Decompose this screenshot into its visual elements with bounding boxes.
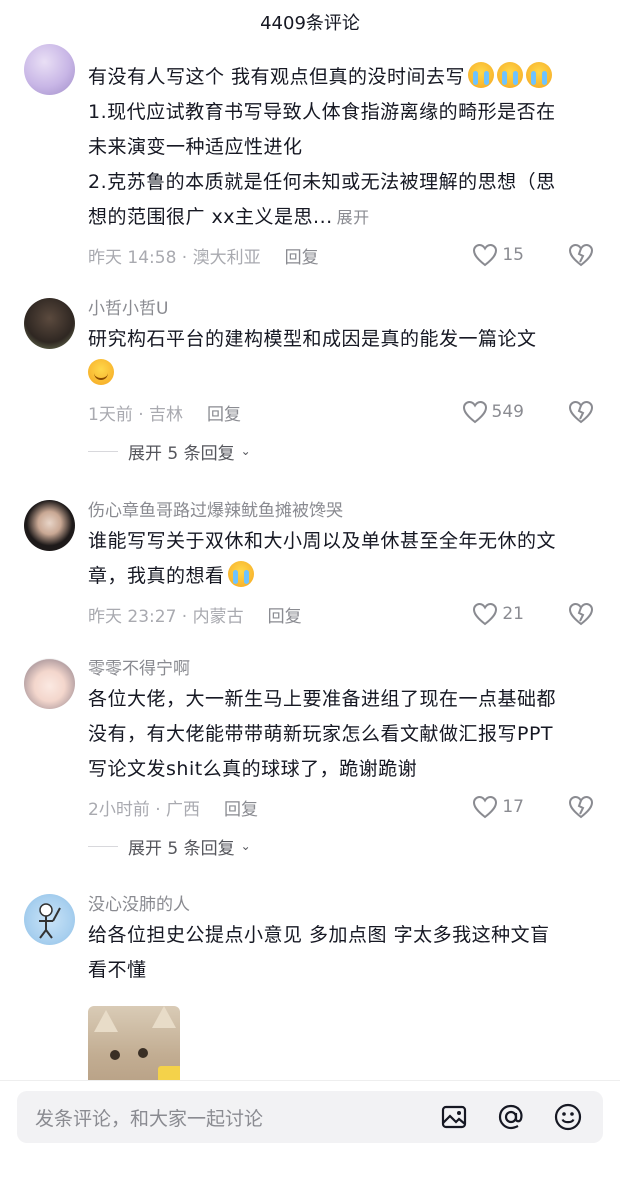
skeleton-avatar-icon (39, 903, 61, 939)
emoji-button[interactable] (551, 1100, 585, 1134)
image-button[interactable] (437, 1100, 471, 1134)
comment-input[interactable]: 发条评论，和大家一起讨论 (17, 1091, 603, 1143)
crying-emoji-icon (468, 62, 495, 88)
like-button[interactable]: 17 (472, 787, 524, 827)
heart-icon (473, 602, 498, 626)
dislike-heart-icon (568, 602, 594, 626)
dislike-button[interactable] (568, 400, 594, 429)
comment-text: 有没有人写这个 我有观点但真的没时间去写 1.现代应试教育书写导致人体食指游离缘… (88, 60, 594, 235)
comment-image[interactable] (88, 1006, 180, 1080)
dislike-button[interactable] (568, 602, 594, 631)
reply-button[interactable]: 回复 (268, 602, 302, 627)
cat-eye (110, 1050, 120, 1060)
heart-icon (462, 400, 487, 424)
comment-input-bar: 发条评论，和大家一起讨论 (0, 1080, 620, 1199)
divider (88, 845, 118, 847)
comment-text: 研究构石平台的建构模型和成因是真的能发一篇论文 (88, 322, 594, 392)
comment-text: 各位大佬，大一新生马上要准备进组了现在一点基础都 没有，有大佬能带带萌新玩家怎么… (88, 688, 557, 780)
heart-icon (473, 795, 498, 819)
like-count: 17 (502, 797, 524, 817)
comment-input-placeholder[interactable]: 发条评论，和大家一起讨论 (35, 1104, 437, 1131)
divider (88, 450, 118, 452)
comment-time-location: 昨天 14:58 · 澳大利亚 (88, 247, 261, 268)
comment-time-location: 昨天 23:27 · 内蒙古 (88, 606, 244, 627)
dislike-heart-icon (568, 400, 594, 424)
like-button[interactable]: 21 (472, 594, 524, 634)
comment-text: 谁能写写关于双休和大小周以及单休甚至全年无休的文 章，我真的想看 (88, 530, 557, 587)
username[interactable]: 零零不得宁啊 (88, 656, 594, 682)
like-count: 549 (491, 402, 524, 422)
reply-button[interactable]: 回复 (224, 795, 258, 820)
avatar[interactable] (24, 894, 75, 945)
comment-meta: 昨天 23:27 · 内蒙古 回复 21 (88, 594, 594, 634)
dislike-heart-icon (568, 243, 594, 267)
cat-ear (94, 1010, 118, 1032)
comment-time-location: 1天前 · 吉林 (88, 404, 184, 425)
comment-item: 小哲小哲U 研究构石平台的建构模型和成因是真的能发一篇论文 1天前 · 吉林 回… (0, 296, 620, 470)
dislike-button[interactable] (568, 795, 594, 824)
comment-list[interactable]: 有没有人写这个 我有观点但真的没时间去写 1.现代应试教育书写导致人体食指游离缘… (0, 40, 620, 1080)
like-button[interactable]: 549 (462, 392, 524, 432)
expand-text-link[interactable]: 展开 (337, 208, 370, 227)
avatar[interactable] (24, 658, 75, 709)
comment-item: 有没有人写这个 我有观点但真的没时间去写 1.现代应试教育书写导致人体食指游离缘… (0, 44, 620, 275)
emoji-icon (554, 1103, 582, 1131)
like-button[interactable]: 15 (472, 235, 524, 275)
comment-count-title: 4409条评论 (260, 13, 360, 34)
crying-laugh-emoji-icon (227, 561, 254, 587)
username[interactable] (88, 44, 594, 60)
username[interactable]: 没心没肺的人 (88, 892, 594, 918)
expand-replies-button[interactable]: 展开 5 条回复 ⌄ (88, 827, 594, 865)
like-count: 15 (502, 245, 524, 265)
comment-time-location: 2小时前 · 广西 (88, 799, 201, 820)
smile-emoji-icon (88, 359, 114, 385)
comment-meta: 2小时前 · 广西 回复 17 (88, 787, 594, 827)
like-count: 21 (502, 604, 524, 624)
dislike-heart-icon (568, 795, 594, 819)
at-icon (498, 1104, 523, 1130)
dislike-button[interactable] (568, 243, 594, 272)
crying-emoji-icon (526, 62, 553, 88)
comment-text: 给各位担史公提点小意见 多加点图 字太多我这种文盲 看不懂 (88, 924, 550, 981)
reply-button[interactable]: 回复 (285, 243, 319, 268)
image-icon (441, 1105, 467, 1129)
reply-button[interactable]: 回复 (207, 400, 241, 425)
chevron-down-icon: ⌄ (240, 839, 251, 853)
crying-emoji-icon (497, 62, 524, 88)
chevron-down-icon: ⌄ (240, 444, 251, 458)
comment-item: 伤心章鱼哥路过爆辣鱿鱼摊被馋哭 谁能写写关于双休和大小周以及单休甚至全年无休的文… (0, 498, 620, 634)
username[interactable]: 小哲小哲U (88, 296, 594, 322)
avatar[interactable] (24, 44, 75, 95)
comment-item: 零零不得宁啊 各位大佬，大一新生马上要准备进组了现在一点基础都 没有，有大佬能带… (0, 656, 620, 865)
fries (158, 1066, 180, 1080)
comment-meta: 昨天 14:58 · 澳大利亚 回复 15 (88, 235, 594, 275)
avatar[interactable] (24, 500, 75, 551)
heart-icon (473, 243, 498, 267)
cat-eye (138, 1048, 148, 1058)
cat-ear (152, 1006, 176, 1028)
expand-replies-button[interactable]: 展开 5 条回复 ⌄ (88, 432, 594, 470)
header: 4409条评论 (0, 0, 620, 44)
avatar[interactable] (24, 298, 75, 349)
comment-item: 没心没肺的人 给各位担史公提点小意见 多加点图 字太多我这种文盲 看不懂 (0, 892, 620, 1080)
comment-meta: 1天前 · 吉林 回复 549 (88, 392, 594, 432)
username[interactable]: 伤心章鱼哥路过爆辣鱿鱼摊被馋哭 (88, 498, 594, 524)
mention-button[interactable] (494, 1100, 528, 1134)
